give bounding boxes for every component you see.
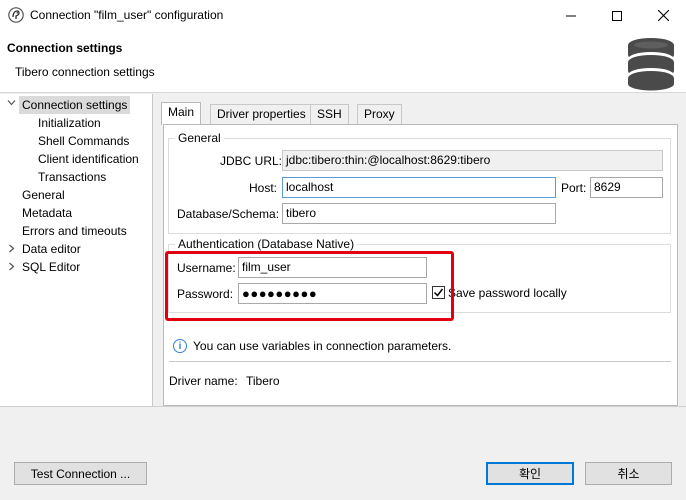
close-icon — [657, 10, 669, 21]
host-label: Host: — [249, 181, 278, 195]
database-icon — [628, 38, 674, 91]
button-bar — [0, 406, 686, 500]
settings-tree: Connection settings Initialization Shell… — [0, 94, 153, 406]
tree-item-sql-editor[interactable]: SQL Editor — [22, 258, 80, 276]
port-input[interactable]: 8629 — [590, 177, 663, 198]
tree-item-metadata[interactable]: Metadata — [22, 204, 72, 222]
expand-icon[interactable] — [7, 262, 16, 274]
highlight-box — [165, 251, 454, 321]
tree-item-data-editor[interactable]: Data editor — [22, 240, 81, 258]
page-title: Connection settings — [7, 41, 123, 55]
save-password-label[interactable]: Save password locally — [448, 286, 567, 300]
ok-button[interactable]: 확인 — [486, 462, 574, 485]
database-schema-label: Database/Schema: — [177, 207, 280, 221]
tab-driver-properties[interactable]: Driver properties — [210, 104, 313, 124]
test-connection-button[interactable]: Test Connection ... — [14, 462, 147, 485]
general-legend: General — [178, 131, 221, 145]
jdbc-url-label: JDBC URL: — [220, 154, 283, 168]
tree-item-client-identification[interactable]: Client identification — [38, 150, 139, 168]
close-button[interactable] — [640, 0, 686, 31]
maximize-button[interactable] — [594, 0, 640, 31]
app-icon — [8, 7, 24, 23]
driver-name-value: Tibero — [246, 374, 280, 388]
collapse-icon[interactable] — [7, 98, 16, 110]
jdbc-url-field[interactable]: jdbc:tibero:thin:@localhost:8629:tibero — [282, 150, 663, 171]
host-input[interactable]: localhost — [282, 177, 556, 198]
maximize-icon — [612, 10, 622, 21]
tree-item-general[interactable]: General — [22, 186, 65, 204]
driver-name-label: Driver name: — [169, 374, 238, 388]
tree-item-shell-commands[interactable]: Shell Commands — [38, 132, 129, 150]
minimize-icon — [566, 15, 576, 16]
tree-item-transactions[interactable]: Transactions — [38, 168, 106, 186]
port-label: Port: — [561, 181, 587, 195]
database-schema-input[interactable]: tibero — [282, 203, 556, 224]
expand-icon[interactable] — [7, 244, 16, 256]
window-title: Connection "film_user" configuration — [30, 8, 224, 22]
tab-proxy[interactable]: Proxy — [357, 104, 402, 124]
title-bar: Connection "film_user" configuration — [0, 0, 686, 31]
page-subtitle: Tibero connection settings — [15, 65, 155, 79]
separator — [169, 361, 671, 362]
cancel-button[interactable]: 취소 — [585, 462, 672, 485]
header-banner: Connection settings Tibero connection se… — [0, 31, 686, 93]
info-icon: i — [173, 339, 187, 353]
info-text: You can use variables in connection para… — [193, 339, 452, 353]
tab-ssh[interactable]: SSH — [310, 104, 349, 124]
tree-item-errors-timeouts[interactable]: Errors and timeouts — [22, 222, 127, 240]
tab-main[interactable]: Main — [161, 102, 202, 125]
tree-item-connection-settings[interactable]: Connection settings — [19, 96, 131, 114]
minimize-button[interactable] — [548, 0, 594, 31]
authentication-legend: Authentication (Database Native) — [178, 237, 355, 251]
tree-item-initialization[interactable]: Initialization — [38, 114, 101, 132]
